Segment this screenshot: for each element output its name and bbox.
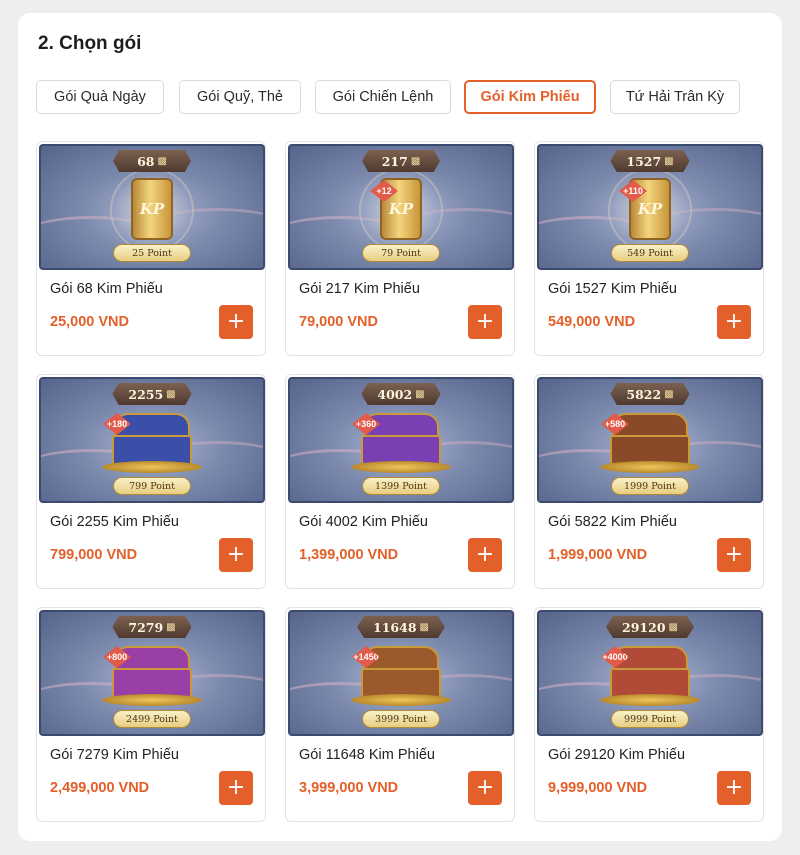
- package-price: 2,499,000 VND: [50, 780, 150, 796]
- package-name: Gói 68 Kim Phiếu: [50, 281, 163, 297]
- coin-icon: ▩: [664, 155, 674, 167]
- tab-goi-quy-the[interactable]: Gói Quỹ, Thẻ: [179, 80, 301, 114]
- package-card[interactable]: +1450 11648 ▩ 3999 Point Gói 11648 Kim P…: [285, 607, 515, 822]
- tab-label: Tứ Hải Trân Kỳ: [625, 89, 725, 105]
- add-button[interactable]: +: [219, 771, 253, 805]
- package-card[interactable]: KP +12 217 ▩ 79 Point Gói 217 Kim Phiếu …: [285, 141, 515, 356]
- amount-value: 1527: [626, 153, 662, 169]
- package-image: KP 68 ▩ 25 Point: [39, 144, 265, 270]
- points-label: 1399 Point: [362, 477, 440, 495]
- add-button[interactable]: +: [468, 771, 502, 805]
- package-price: 1,399,000 VND: [299, 547, 399, 563]
- package-name: Gói 2255 Kim Phiếu: [50, 514, 179, 530]
- coin-icon: ▩: [664, 388, 674, 400]
- add-button[interactable]: +: [717, 538, 751, 572]
- package-image: +800 7279 ▩ 2499 Point: [39, 610, 265, 736]
- package-card[interactable]: +360 4002 ▩ 1399 Point Gói 4002 Kim Phiế…: [285, 374, 515, 589]
- package-price: 549,000 VND: [548, 314, 636, 330]
- tab-goi-kim-phieu[interactable]: Gói Kim Phiếu: [464, 80, 596, 114]
- package-card[interactable]: +580 5822 ▩ 1999 Point Gói 5822 Kim Phiế…: [534, 374, 764, 589]
- add-button[interactable]: +: [468, 538, 502, 572]
- amount-ribbon: 1527 ▩: [610, 150, 690, 172]
- amount-value: 2255: [128, 386, 164, 402]
- amount-ribbon: 217 ▩: [362, 150, 440, 172]
- add-button[interactable]: +: [219, 305, 253, 339]
- amount-value: 5822: [626, 386, 662, 402]
- package-image: +360 4002 ▩ 1399 Point: [288, 377, 514, 503]
- package-name: Gói 4002 Kim Phiếu: [299, 514, 428, 530]
- tab-tu-hai-tran-ky[interactable]: Tứ Hải Trân Kỳ: [610, 80, 740, 114]
- tab-label: Gói Quỹ, Thẻ: [197, 89, 283, 105]
- points-label: 2499 Point: [113, 710, 191, 728]
- package-image: +580 5822 ▩ 1999 Point: [537, 377, 763, 503]
- package-image: +180 2255 ▩ 799 Point: [39, 377, 265, 503]
- add-button[interactable]: +: [717, 771, 751, 805]
- coin-icon: ▩: [166, 388, 176, 400]
- amount-ribbon: 5822 ▩: [610, 383, 690, 405]
- add-button[interactable]: +: [717, 305, 751, 339]
- amount-value: 11648: [373, 619, 417, 635]
- coin-icon: ▩: [410, 155, 421, 167]
- amount-ribbon: 29120 ▩: [606, 616, 694, 638]
- add-button[interactable]: +: [219, 538, 253, 572]
- coin-icon: ▩: [415, 388, 425, 400]
- package-image: KP +110 1527 ▩ 549 Point: [537, 144, 763, 270]
- package-card[interactable]: KP +110 1527 ▩ 549 Point Gói 1527 Kim Ph…: [534, 141, 764, 356]
- package-card[interactable]: +4000 29120 ▩ 9999 Point Gói 29120 Kim P…: [534, 607, 764, 822]
- coin-icon: ▩: [419, 621, 429, 633]
- amount-ribbon: 4002 ▩: [361, 383, 441, 405]
- package-name: Gói 1527 Kim Phiếu: [548, 281, 677, 297]
- points-label: 3999 Point: [362, 710, 440, 728]
- coin-icon: ▩: [668, 621, 678, 633]
- package-price: 79,000 VND: [299, 314, 378, 330]
- package-name: Gói 217 Kim Phiếu: [299, 281, 420, 297]
- package-price: 9,999,000 VND: [548, 780, 648, 796]
- package-price: 3,999,000 VND: [299, 780, 399, 796]
- coin-icon: ▩: [157, 155, 167, 167]
- amount-value: 29120: [622, 619, 666, 635]
- package-card[interactable]: KP 68 ▩ 25 Point Gói 68 Kim Phiếu 25,000…: [36, 141, 266, 356]
- points-label: 549 Point: [611, 244, 689, 262]
- package-price: 1,999,000 VND: [548, 547, 648, 563]
- package-price: 799,000 VND: [50, 547, 138, 563]
- points-label: 1999 Point: [611, 477, 689, 495]
- amount-ribbon: 7279 ▩: [112, 616, 192, 638]
- scroll-icon: KP: [131, 178, 173, 240]
- tab-label: Gói Quà Ngày: [54, 89, 146, 105]
- add-button[interactable]: +: [468, 305, 502, 339]
- package-name: Gói 7279 Kim Phiếu: [50, 747, 179, 763]
- tab-goi-chien-lenh[interactable]: Gói Chiến Lệnh: [315, 80, 451, 114]
- amount-ribbon: 2255 ▩: [112, 383, 192, 405]
- package-name: Gói 11648 Kim Phiếu: [299, 747, 435, 763]
- amount-value: 68: [137, 153, 155, 169]
- package-name: Gói 29120 Kim Phiếu: [548, 747, 686, 763]
- points-label: 79 Point: [362, 244, 440, 262]
- tab-label: Gói Chiến Lệnh: [332, 89, 434, 105]
- amount-value: 4002: [377, 386, 413, 402]
- points-label: 9999 Point: [611, 710, 689, 728]
- amount-value: 217: [381, 153, 408, 169]
- points-label: 799 Point: [113, 477, 191, 495]
- tab-label: Gói Kim Phiếu: [480, 89, 580, 105]
- amount-ribbon: 11648 ▩: [357, 616, 445, 638]
- points-label: 25 Point: [113, 244, 191, 262]
- package-image: +1450 11648 ▩ 3999 Point: [288, 610, 514, 736]
- package-card[interactable]: +800 7279 ▩ 2499 Point Gói 7279 Kim Phiế…: [36, 607, 266, 822]
- package-panel: 2. Chọn gói Gói Quà Ngày Gói Quỹ, Thẻ Gó…: [18, 13, 782, 841]
- coin-icon: ▩: [166, 621, 176, 633]
- amount-ribbon: 68 ▩: [113, 150, 191, 172]
- package-card[interactable]: +180 2255 ▩ 799 Point Gói 2255 Kim Phiếu…: [36, 374, 266, 589]
- package-image: +4000 29120 ▩ 9999 Point: [537, 610, 763, 736]
- package-image: KP +12 217 ▩ 79 Point: [288, 144, 514, 270]
- package-name: Gói 5822 Kim Phiếu: [548, 514, 677, 530]
- tab-goi-qua-ngay[interactable]: Gói Quà Ngày: [36, 80, 164, 114]
- amount-value: 7279: [128, 619, 164, 635]
- package-price: 25,000 VND: [50, 314, 129, 330]
- section-title: 2. Chọn gói: [38, 33, 142, 54]
